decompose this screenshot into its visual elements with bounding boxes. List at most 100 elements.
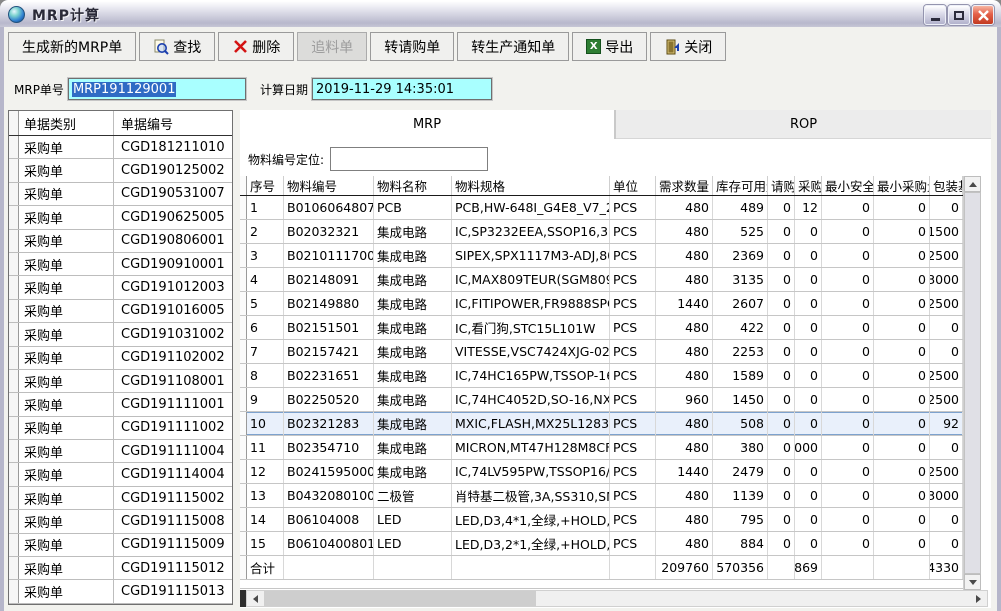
horizontal-scrollbar[interactable] [246,590,988,607]
to-production-notice-button[interactable]: 转生产通知单 [457,32,569,61]
document-row[interactable]: 采购单CGD191111001 [9,393,232,416]
header-gutter [240,176,247,195]
cell-spec: LED,D3,4*1,全绿,+HOLD,D [452,508,610,531]
material-row[interactable]: 1B0106064807PCBPCB,HW-648I_G4E8_V7_2PCS4… [240,196,963,220]
material-row[interactable]: 7B02157421集成电路VITESSE,VSC7424XJG-02,PCS4… [240,340,963,364]
maximize-button[interactable] [948,5,970,25]
material-row[interactable]: 10B02321283集成电路MXIC,FLASH,MX25L12835FPCS… [240,412,963,436]
cell-stock: 2253 [713,340,768,363]
find-label: 查找 [173,37,201,57]
col-header-min-safe[interactable]: 最小安全量 [822,176,874,195]
col-header-demand[interactable]: 需求数量 [656,176,713,195]
cell-stock: 1589 [713,364,768,387]
col-header-code[interactable]: 物料编号 [284,176,374,195]
to-requisition-button[interactable]: 转请购单 [370,32,454,61]
close-window-button[interactable]: 关闭 [650,32,726,61]
cell-name: LED [374,508,452,531]
expedite-order-button[interactable]: 追料单 [297,32,367,61]
material-row[interactable]: 5B02149880集成电路IC,FITIPOWER,FR9888SPCPCS1… [240,292,963,316]
doc-type-cell: 采购单 [19,393,114,415]
cell-seq: 15 [247,532,284,555]
material-row[interactable]: 3B0210111700集成电路SIPEX,SPX1117M3-ADJ,80PC… [240,244,963,268]
horizontal-scroll-thumb[interactable] [264,591,536,606]
document-row[interactable]: 采购单CGD190531007 [9,183,232,206]
material-row[interactable]: 14B06104008LEDLED,D3,4*1,全绿,+HOLD,DPCS48… [240,508,963,532]
material-row[interactable]: 12B0241595000集成电路IC,74LV595PW,TSSOP16/7P… [240,460,963,484]
col-header-spec[interactable]: 物料规格 [452,176,610,195]
material-row[interactable]: 4B02148091集成电路IC,MAX809TEUR(SGM809-PCS48… [240,268,963,292]
cell-demand: 480 [656,220,713,243]
tab-rop-label: ROP [790,117,817,132]
document-row[interactable]: 采购单CGD191115012 [9,557,232,580]
document-row[interactable]: 采购单CGD191031002 [9,323,232,346]
vertical-scrollbar[interactable] [963,176,980,590]
document-row[interactable]: 采购单CGD191115009 [9,534,232,557]
col-header-req-pending[interactable]: 请购未入 [768,176,795,195]
material-row[interactable]: 11B02354710集成电路MICRON,MT47H128M8CF-PCS48… [240,436,963,460]
col-header-min-buy[interactable]: 最小采购量 [874,176,930,195]
material-row[interactable]: 13B0432080100二极管肖特基二极管,3A,SS310,SMPCS480… [240,484,963,508]
cell-min-buy: 0 [874,364,930,387]
material-row[interactable]: 15B0610400801LEDLED,D3,2*1,全绿,+HOLD,DPCS… [240,532,963,556]
mrp-tab-panel: 物料编号定位: 序号物料编号物料名称物料规格单位需求数量库存可用量请购未入采购未… [240,139,991,608]
minimize-button[interactable] [924,5,946,25]
document-row[interactable]: 采购单CGD191102002 [9,347,232,370]
col-header-stock[interactable]: 库存可用量 [713,176,768,195]
document-row[interactable]: 采购单CGD191111002 [9,417,232,440]
calc-date-input[interactable]: 2019-11-29 14:35:01 [312,78,492,100]
col-header-seq[interactable]: 序号 [247,176,284,195]
generate-mrp-button[interactable]: 生成新的MRP单 [8,32,136,61]
tab-rop[interactable]: ROP [616,110,991,139]
document-row[interactable]: 采购单CGD191114004 [9,463,232,486]
material-row[interactable]: 9B02250520集成电路IC,74HC4052D,SO-16,NXFPCS9… [240,388,963,412]
material-row[interactable]: 6B02151501集成电路IC,看门狗,STC15L101WPCS480422… [240,316,963,340]
cell-stock: 489 [713,196,768,219]
document-row[interactable]: 采购单CGD191016005 [9,300,232,323]
scroll-up-button[interactable] [964,176,981,192]
window-title: MRP计算 [32,5,100,25]
close-button[interactable] [972,5,994,25]
cell-unit: PCS [610,364,656,387]
arrow-right-icon [976,595,981,603]
scroll-down-button[interactable] [964,574,981,590]
tab-mrp[interactable]: MRP [240,110,614,139]
doc-type-cell: 采购单 [19,510,114,532]
document-row[interactable]: 采购单CGD181211010 [9,136,232,159]
document-row[interactable]: 采购单CGD190806001 [9,230,232,253]
document-row[interactable]: 采购单CGD191111004 [9,440,232,463]
col-header-unit[interactable]: 单位 [610,176,656,195]
document-row[interactable]: 采购单CGD191108001 [9,370,232,393]
cell-seq: 5 [247,292,284,315]
find-button[interactable]: 查找 [139,32,215,61]
document-row[interactable]: 采购单CGD191012003 [9,276,232,299]
locator-input[interactable] [330,147,488,171]
row-selector [240,364,247,387]
mrp-no-input[interactable]: MRP191129001 [68,78,246,100]
col-header-pack-base[interactable]: 包装基数 [930,176,963,195]
row-selector [9,463,19,485]
scroll-left-button[interactable] [247,591,264,606]
cell-min-safe: 0 [822,436,874,459]
material-row[interactable]: 2B02032321集成电路IC,SP3232EEA,SSOP16,3.0PCS… [240,220,963,244]
doc-type-cell: 采购单 [19,557,114,579]
col-header-pur-pending[interactable]: 采购未入 [795,176,822,195]
vertical-scroll-thumb[interactable] [964,192,981,574]
material-row[interactable]: 8B02231651集成电路IC,74HC165PW,TSSOP-16PCS48… [240,364,963,388]
cell-name: 集成电路 [374,436,452,459]
document-row[interactable]: 采购单CGD190625005 [9,206,232,229]
mrp-no-value: MRP191129001 [72,82,177,97]
document-row[interactable]: 采购单CGD190125002 [9,159,232,182]
col-header-name[interactable]: 物料名称 [374,176,452,195]
document-row[interactable]: 采购单CGD191115002 [9,487,232,510]
row-selector [9,557,19,579]
document-row[interactable]: 采购单CGD191115008 [9,510,232,533]
document-row[interactable]: 采购单CGD190910001 [9,253,232,276]
cell-pur-pending: 0 [795,532,822,555]
export-button[interactable]: X 导出 [572,32,647,61]
row-selector [9,136,19,158]
delete-button[interactable]: 删除 [218,32,294,61]
cell-pack-base: 1500 [930,220,963,243]
scroll-right-button[interactable] [970,591,987,606]
row-selector [9,183,19,205]
document-row[interactable]: 采购单CGD191115013 [9,580,232,603]
